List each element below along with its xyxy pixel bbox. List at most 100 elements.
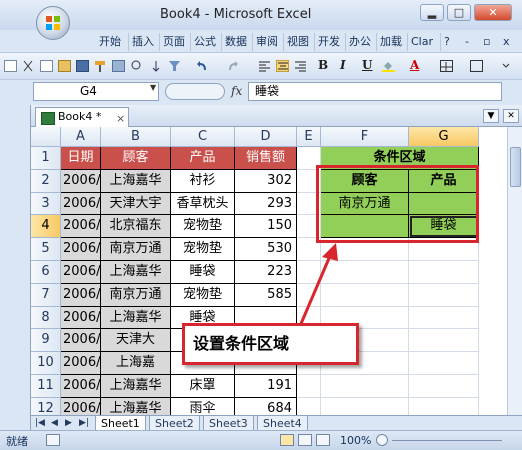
- chevron-down-icon[interactable]: ▼: [483, 109, 499, 123]
- maximize-button[interactable]: □: [447, 4, 471, 21]
- zoom-out-icon[interactable]: [376, 434, 388, 446]
- table-cell[interactable]: 上海嘉华: [101, 306, 171, 330]
- table-cell[interactable]: [321, 261, 409, 284]
- spreadsheet-grid[interactable]: ABCDEFG12345678910111213日期顾客产品销售额2006/1/…: [31, 127, 507, 415]
- table-cell[interactable]: [297, 215, 321, 239]
- next-sheet-icon[interactable]: ▶: [65, 418, 72, 428]
- table-cell[interactable]: 上海嘉华: [101, 397, 171, 415]
- row-header-10[interactable]: 10: [31, 352, 61, 375]
- table-cell[interactable]: [297, 169, 321, 193]
- table-cell[interactable]: 2006/1/3: [61, 192, 101, 216]
- table-cell[interactable]: 2006/1/3: [61, 215, 101, 239]
- criteria-cell[interactable]: [321, 215, 409, 239]
- ribbon-close-button[interactable]: x: [500, 33, 510, 51]
- copy-icon[interactable]: [4, 60, 17, 72]
- row-header-3[interactable]: 3: [31, 192, 61, 216]
- table-cell[interactable]: 2006/1/1: [61, 169, 101, 193]
- table-cell[interactable]: 北京福东: [101, 215, 171, 239]
- table-cell[interactable]: 上海嘉: [101, 352, 171, 375]
- table-cell[interactable]: [321, 375, 409, 398]
- redo-icon[interactable]: [226, 60, 239, 72]
- last-sheet-icon[interactable]: ▶|: [79, 418, 89, 428]
- chevron-down-icon[interactable]: ▼: [150, 83, 156, 92]
- select-all-corner[interactable]: [31, 127, 61, 147]
- formula-input[interactable]: 睡袋: [248, 82, 502, 101]
- table-cell[interactable]: 上海嘉华: [101, 261, 171, 284]
- table-cell[interactable]: [409, 397, 479, 415]
- table-cell[interactable]: 2006/1/20: [61, 352, 101, 375]
- table-cell[interactable]: [297, 375, 321, 398]
- table-cell[interactable]: 雨伞: [171, 397, 235, 415]
- table-cell[interactable]: [409, 238, 479, 261]
- table-cell[interactable]: 2006/1/21: [61, 397, 101, 415]
- data-header-cell[interactable]: 日期: [61, 147, 101, 170]
- tab-developer[interactable]: 开发: [314, 33, 340, 51]
- table-cell[interactable]: 150: [235, 215, 297, 239]
- print-icon[interactable]: [112, 60, 125, 72]
- name-box[interactable]: G4: [33, 82, 159, 101]
- page-layout-icon[interactable]: [298, 434, 312, 446]
- workbook-tab[interactable]: Book4 * ×: [35, 107, 129, 127]
- table-cell[interactable]: 2006/1/3: [61, 238, 101, 261]
- borders-icon[interactable]: [440, 60, 453, 72]
- sort-icon[interactable]: [150, 60, 163, 72]
- column-header-g[interactable]: G: [409, 127, 479, 147]
- table-cell[interactable]: 床罩: [171, 375, 235, 398]
- table-cell[interactable]: 宠物垫: [171, 238, 235, 261]
- data-header-cell[interactable]: 销售额: [235, 147, 297, 170]
- table-cell[interactable]: 585: [235, 283, 297, 307]
- column-header-c[interactable]: C: [171, 127, 235, 147]
- cut-icon[interactable]: [22, 60, 35, 72]
- underline-button[interactable]: U: [362, 58, 372, 72]
- table-cell[interactable]: 2006/1/20: [61, 375, 101, 398]
- table-cell[interactable]: 南京万通: [101, 238, 171, 261]
- minimize-button[interactable]: ▂: [420, 4, 444, 21]
- vertical-scrollbar[interactable]: [507, 127, 522, 415]
- table-cell[interactable]: 2006/1/18: [61, 329, 101, 353]
- column-header-d[interactable]: D: [235, 127, 297, 147]
- tab-home[interactable]: 开始: [96, 33, 121, 51]
- row-header-1[interactable]: 1: [31, 147, 61, 170]
- row-header-4[interactable]: 4: [31, 215, 61, 239]
- close-icon[interactable]: ×: [116, 110, 125, 128]
- tab-view[interactable]: 视图: [283, 33, 309, 51]
- table-cell[interactable]: 293: [235, 192, 297, 216]
- align-center-icon[interactable]: [276, 60, 289, 72]
- row-header-8[interactable]: 8: [31, 306, 61, 330]
- table-cell[interactable]: [321, 238, 409, 261]
- font-color-button[interactable]: A: [410, 58, 419, 72]
- preview-icon[interactable]: [130, 60, 143, 72]
- table-cell[interactable]: [321, 397, 409, 415]
- toolbar-more-icon[interactable]: [500, 60, 513, 72]
- tab-page[interactable]: 页面: [159, 33, 185, 51]
- data-header-cell[interactable]: 产品: [171, 147, 235, 170]
- criteria-cell[interactable]: [409, 192, 479, 216]
- table-cell[interactable]: 天津大: [101, 329, 171, 353]
- format-painter-icon[interactable]: [94, 60, 107, 72]
- italic-button[interactable]: I: [340, 58, 346, 72]
- row-header-9[interactable]: 9: [31, 329, 61, 353]
- row-header-5[interactable]: 5: [31, 238, 61, 261]
- ribbon-minimize-button[interactable]: -: [462, 33, 469, 51]
- column-header-a[interactable]: A: [61, 127, 101, 147]
- data-header-cell[interactable]: 顾客: [101, 147, 171, 170]
- row-header-12[interactable]: 12: [31, 397, 61, 415]
- zoom-level[interactable]: 100%: [340, 434, 371, 447]
- row-header-7[interactable]: 7: [31, 283, 61, 307]
- table-cell[interactable]: [409, 261, 479, 284]
- first-sheet-icon[interactable]: |◀: [35, 418, 45, 428]
- table-cell[interactable]: 天津大宇: [101, 192, 171, 216]
- fill-color-icon[interactable]: [382, 60, 395, 72]
- formula-controls[interactable]: [165, 83, 225, 100]
- help-button[interactable]: ?: [440, 33, 450, 51]
- merge-icon[interactable]: [470, 60, 483, 72]
- column-header-b[interactable]: B: [101, 127, 171, 147]
- table-cell[interactable]: 衬衫: [171, 169, 235, 193]
- table-cell[interactable]: [409, 352, 479, 375]
- table-cell[interactable]: 2006/1/11: [61, 306, 101, 330]
- zoom-slider[interactable]: [392, 440, 502, 441]
- row-header-11[interactable]: 11: [31, 375, 61, 398]
- tab-review[interactable]: 审阅: [252, 33, 278, 51]
- tab-formulas[interactable]: 公式: [190, 33, 216, 51]
- table-cell[interactable]: [409, 375, 479, 398]
